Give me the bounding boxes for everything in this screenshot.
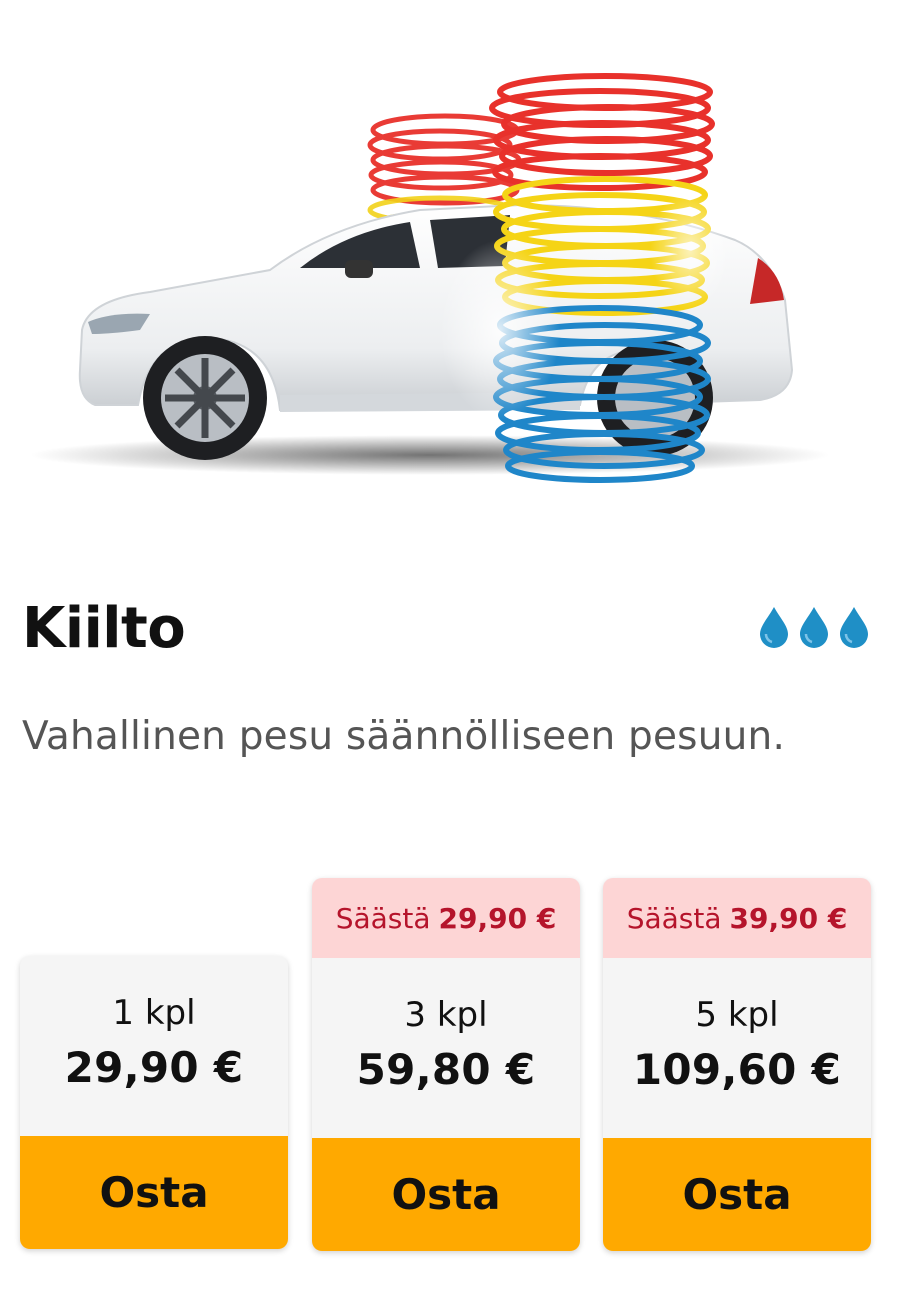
savings-label: Säästä [626, 901, 722, 935]
savings-amount: 29,90 € [438, 901, 557, 935]
savings-amount: 39,90 € [729, 901, 848, 935]
intensity-rating [756, 604, 872, 650]
package-quantity: 3 kpl [404, 994, 488, 1035]
buy-button[interactable]: Osta [20, 1136, 288, 1249]
buy-button[interactable]: Osta [312, 1138, 580, 1251]
water-drop-icon [760, 607, 788, 648]
water-drop-icon [800, 607, 828, 648]
package-card-1: 1 kpl 29,90 € Osta [20, 956, 288, 1249]
product-title: Kiilto [22, 596, 186, 661]
package-price: 59,80 € [356, 1044, 536, 1094]
package-quantity: 1 kpl [112, 992, 196, 1033]
product-image [0, 0, 902, 560]
savings-label: Säästä [335, 901, 431, 935]
package-info: 1 kpl 29,90 € [20, 956, 288, 1136]
savings-badge: Säästä 39,90 € [603, 878, 871, 958]
water-drop-icon [840, 607, 868, 648]
package-price: 109,60 € [632, 1044, 842, 1094]
product-description: Vahallinen pesu säännölliseen pesuun. [22, 714, 786, 759]
package-quantity: 5 kpl [695, 994, 779, 1035]
package-card-3: Säästä 29,90 € 3 kpl 59,80 € Osta [312, 878, 580, 1251]
package-price: 29,90 € [64, 1042, 244, 1092]
package-info: 5 kpl 109,60 € [603, 958, 871, 1138]
buy-button[interactable]: Osta [603, 1138, 871, 1251]
package-info: 3 kpl 59,80 € [312, 958, 580, 1138]
product-header: Kiilto [22, 596, 882, 666]
savings-badge: Säästä 29,90 € [312, 878, 580, 958]
package-card-5: Säästä 39,90 € 5 kpl 109,60 € Osta [603, 878, 871, 1251]
